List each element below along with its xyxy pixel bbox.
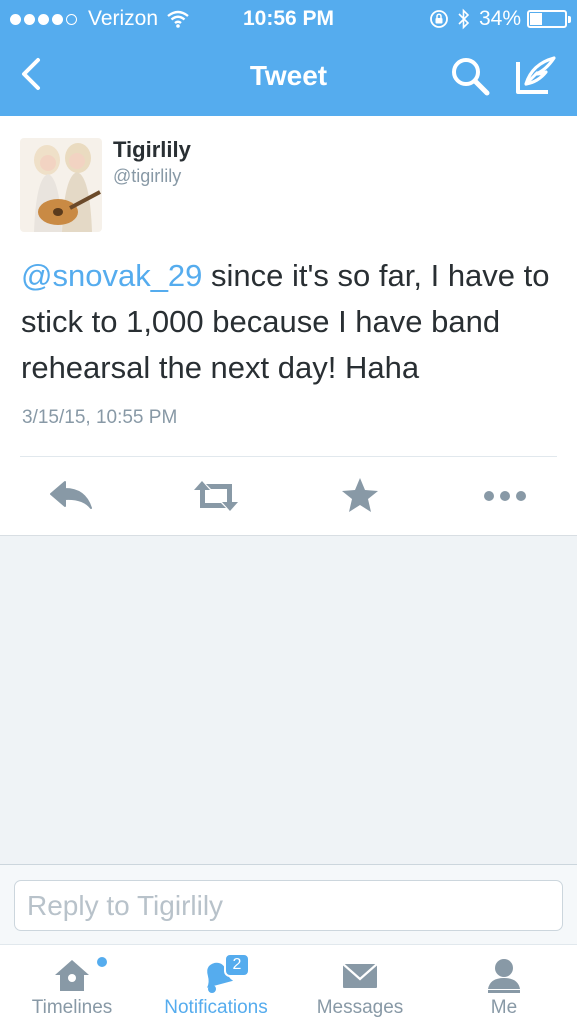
author-handle[interactable]: @tigirlily xyxy=(113,166,181,187)
tab-notifications[interactable]: 2 Notifications xyxy=(144,945,288,1024)
tab-messages[interactable]: Messages xyxy=(288,945,432,1024)
home-icon xyxy=(55,960,89,991)
envelope-icon xyxy=(342,963,378,988)
new-content-dot xyxy=(97,957,107,967)
status-right: 34% xyxy=(429,7,571,31)
favorite-icon[interactable] xyxy=(338,476,388,516)
person-icon xyxy=(488,959,520,993)
author-name[interactable]: Tigirlily xyxy=(113,137,191,163)
tab-label: Me xyxy=(490,997,518,1018)
more-icon[interactable] xyxy=(481,476,531,516)
reply-input[interactable] xyxy=(14,880,563,931)
battery-icon xyxy=(527,10,571,28)
rotation-lock-icon xyxy=(430,10,448,28)
divider xyxy=(20,456,557,457)
tab-bar: Timelines 2 Notifications Messages Me xyxy=(0,944,577,1024)
retweet-icon[interactable] xyxy=(191,476,241,516)
battery-percent: 34% xyxy=(478,7,521,30)
tab-label: Timelines xyxy=(31,997,113,1018)
avatar[interactable] xyxy=(20,138,102,232)
tab-label: Messages xyxy=(316,997,404,1018)
tab-label: Notifications xyxy=(164,997,268,1018)
tab-me[interactable]: Me xyxy=(432,945,576,1024)
tweet-timestamp: 3/15/15, 10:55 PM xyxy=(22,407,178,428)
tweet-card: Tigirlily @tigirlily @snovak_29 since it… xyxy=(0,116,577,536)
status-bar: Verizon 10:56 PM 34% xyxy=(0,0,577,38)
bluetooth-icon xyxy=(458,8,470,30)
notification-badge: 2 xyxy=(224,953,250,977)
battery-level xyxy=(530,13,543,25)
mention-link[interactable]: @snovak_29 xyxy=(21,258,202,293)
tweet-text: @snovak_29 since it's so far, I have to … xyxy=(21,253,561,391)
top-bar: Verizon 10:56 PM 34% Tweet xyxy=(0,0,577,116)
search-icon[interactable] xyxy=(448,54,492,98)
reply-icon[interactable] xyxy=(47,476,97,516)
compose-icon[interactable] xyxy=(512,52,560,98)
reply-bar xyxy=(0,864,577,944)
tab-timelines[interactable]: Timelines xyxy=(0,945,144,1024)
nav-bar: Tweet xyxy=(0,38,577,116)
